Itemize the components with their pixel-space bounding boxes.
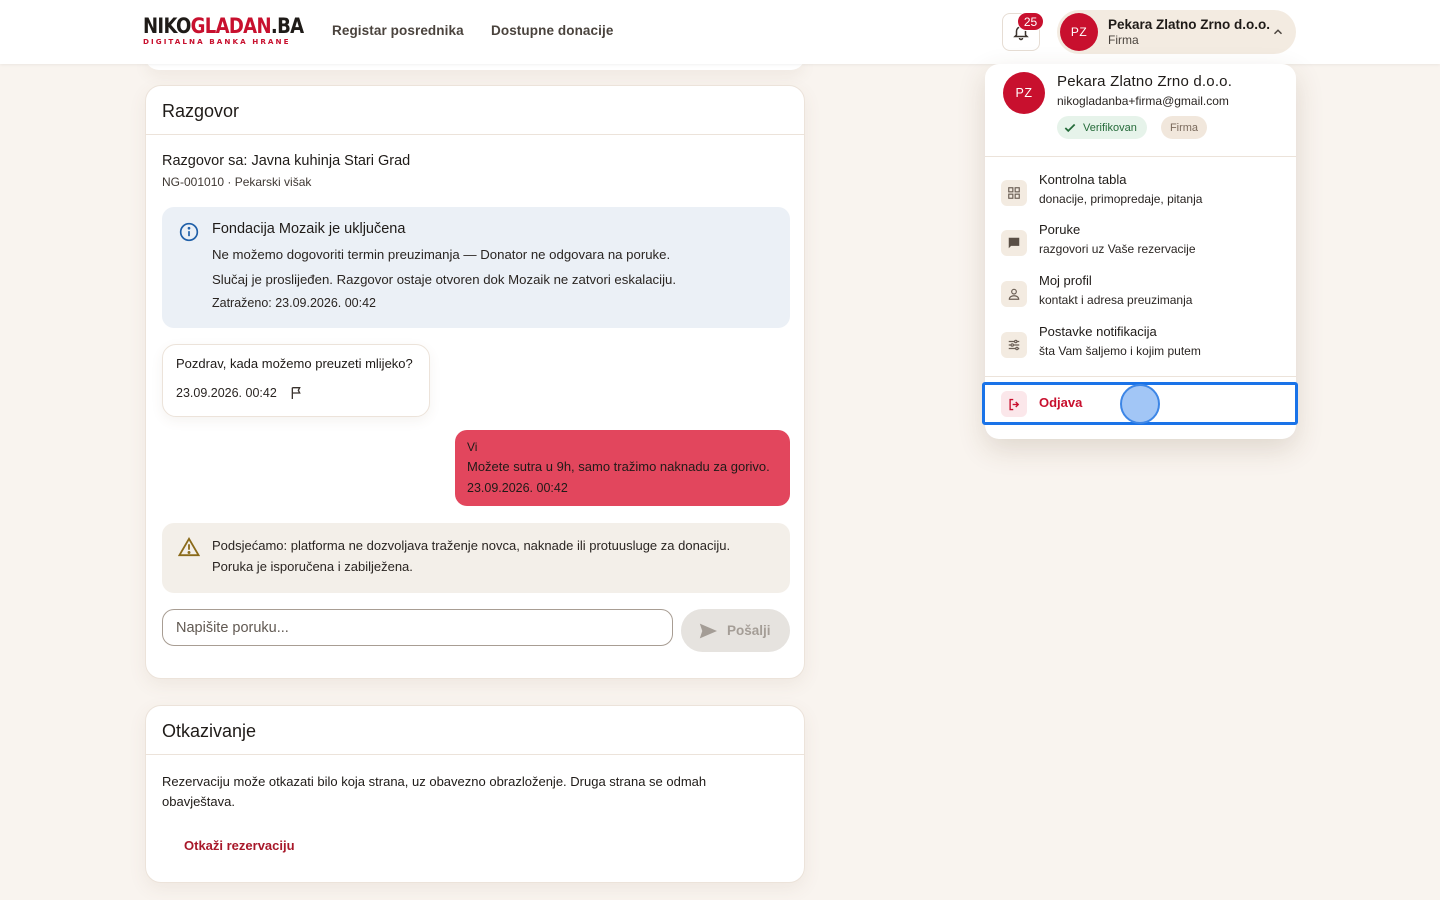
- logo-tagline: DIGITALNA BANKA HRANE: [143, 37, 291, 46]
- policy-warning-box: Podsjećamo: platforma ne dozvoljava traž…: [162, 523, 790, 593]
- send-icon: [699, 623, 717, 638]
- outgoing-message: Vi Možete sutra u 9h, samo tražimo nakna…: [455, 430, 790, 506]
- dropdown-user-name: Pekara Zlatno Zrno d.o.o.: [1057, 73, 1233, 90]
- dropdown-user-email: nikogladanba+firma@gmail.com: [1057, 94, 1229, 108]
- role-badge: Firma: [1161, 116, 1207, 139]
- message-input[interactable]: [162, 609, 673, 646]
- logo-part-3: .BA: [270, 14, 304, 38]
- escalation-title: Fondacija Mozaik je uključena: [212, 221, 406, 237]
- menu-item-moj-profil[interactable]: Moj profil kontakt i adresa preuzimanja: [985, 273, 1296, 323]
- delivery-status-text: Poruka je isporučena i zabilježena.: [212, 559, 413, 574]
- logo-part-1: NIKO: [143, 14, 191, 38]
- menu-item-title: Postavke notifikacija: [1039, 324, 1157, 339]
- avatar: PZ: [1060, 13, 1098, 51]
- cancellation-description: Rezervaciju može otkazati bilo koja stra…: [162, 774, 707, 809]
- menu-item-title: Poruke: [1039, 222, 1081, 237]
- conversation-card: Razgovor Razgovor sa: Javna kuhinja Star…: [145, 85, 805, 679]
- logout-label: Odjava: [1039, 395, 1083, 410]
- menu-item-subtitle: razgovori uz Vaše rezervacije: [1039, 242, 1196, 256]
- escalation-info-box: Fondacija Mozaik je uključena Ne možemo …: [162, 207, 790, 328]
- person-icon: [1001, 281, 1027, 307]
- logout-icon: [1001, 391, 1027, 417]
- user-name: Pekara Zlatno Zrno d.o.o.: [1108, 17, 1271, 32]
- logout-button[interactable]: Odjava: [985, 386, 1296, 422]
- dashboard-icon: [1001, 180, 1027, 206]
- menu-item-postavke-notifikacija[interactable]: Postavke notifikacija šta Vam šaljemo i …: [985, 324, 1296, 374]
- outgoing-message-time: 23.09.2026. 00:42: [467, 481, 568, 495]
- policy-warning-text: Podsjećamo: platforma ne dozvoljava traž…: [212, 538, 731, 553]
- notifications-count-badge: 25: [1017, 12, 1044, 31]
- warning-icon: [178, 537, 200, 557]
- incoming-message-text: Pozdrav, kada možemo preuzeti mlijeko?: [176, 356, 413, 371]
- send-button[interactable]: Pošalji: [681, 609, 790, 652]
- verified-badge: Verifikovan: [1057, 116, 1147, 139]
- verified-badge-label: Verifikovan: [1083, 121, 1137, 134]
- conversation-title: Razgovor: [146, 86, 804, 135]
- tune-icon: [1001, 332, 1027, 358]
- cancellation-title: Otkazivanje: [146, 706, 804, 755]
- conversation-meta: NG-001010 · Pekarski višak: [162, 175, 312, 189]
- outgoing-message-text: Možete sutra u 9h, samo tražimo naknadu …: [467, 459, 770, 474]
- top-header: NIKOGLADAN.BA DIGITALNA BANKA HRANE Regi…: [0, 0, 1440, 64]
- check-icon: [1064, 123, 1076, 132]
- divider: [985, 376, 1296, 377]
- nav-dostupne-donacije[interactable]: Dostupne donacije: [491, 23, 613, 38]
- menu-item-subtitle: kontakt i adresa preuzimanja: [1039, 293, 1193, 307]
- menu-item-subtitle: šta Vam šaljemo i kojim putem: [1039, 344, 1201, 358]
- dropdown-avatar: PZ: [1003, 72, 1045, 114]
- user-role: Firma: [1108, 33, 1139, 47]
- incoming-message: Pozdrav, kada možemo preuzeti mlijeko? 2…: [162, 344, 430, 417]
- escalation-status: Slučaj je proslijeđen. Razgovor ostaje o…: [212, 272, 676, 287]
- divider: [985, 156, 1296, 157]
- nav-registar-posrednika[interactable]: Registar posrednika: [332, 23, 464, 38]
- cancellation-card: Otkazivanje Rezervaciju može otkazati bi…: [145, 705, 805, 883]
- menu-item-title: Moj profil: [1039, 273, 1092, 288]
- outgoing-message-author: Vi: [467, 440, 478, 454]
- conversation-partner: Razgovor sa: Javna kuhinja Stari Grad: [162, 153, 411, 169]
- logo[interactable]: NIKOGLADAN.BA DIGITALNA BANKA HRANE: [143, 15, 330, 46]
- menu-item-subtitle: donacije, primopredaje, pitanja: [1039, 192, 1203, 206]
- flag-icon[interactable]: [289, 385, 305, 401]
- menu-item-kontrolna-tabla[interactable]: Kontrolna tabla donacije, primopredaje, …: [985, 172, 1296, 222]
- escalation-reason: Ne možemo dogovoriti termin preuzimanja …: [212, 247, 671, 262]
- chevron-up-icon: [1273, 29, 1283, 35]
- user-menu-toggle[interactable]: PZ Pekara Zlatno Zrno d.o.o. Firma: [1057, 10, 1296, 54]
- cancel-reservation-button[interactable]: Otkaži rezervaciju: [184, 838, 295, 853]
- menu-item-poruke[interactable]: Poruke razgovori uz Vaše rezervacije: [985, 222, 1296, 272]
- user-dropdown-menu: PZ Pekara Zlatno Zrno d.o.o. nikogladanb…: [985, 64, 1296, 439]
- logo-wordmark: NIKOGLADAN.BA: [143, 14, 304, 38]
- menu-item-title: Kontrolna tabla: [1039, 172, 1127, 187]
- logo-part-2: GLADAN: [190, 14, 272, 38]
- chat-icon: [1001, 230, 1027, 256]
- send-button-label: Pošalji: [727, 623, 771, 638]
- info-icon: [179, 222, 199, 242]
- incoming-message-time: 23.09.2026. 00:42: [176, 386, 277, 400]
- escalation-time: Zatraženo: 23.09.2026. 00:42: [212, 296, 377, 310]
